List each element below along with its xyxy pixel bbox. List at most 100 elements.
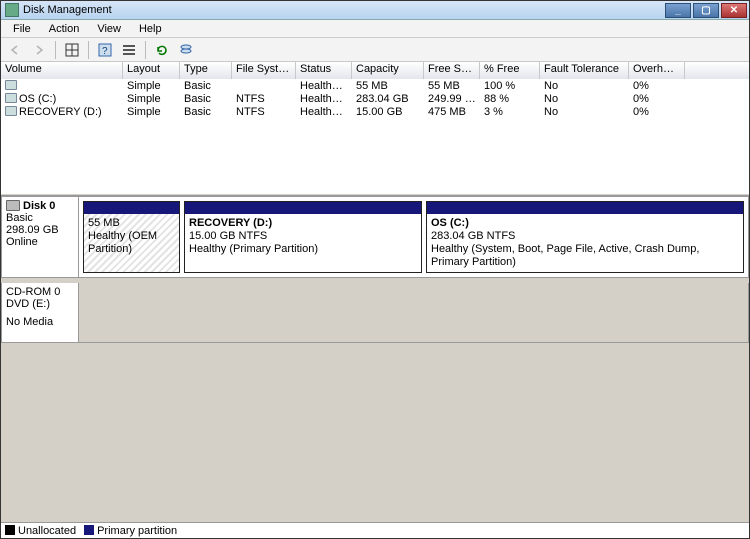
cdrom-row: CD-ROM 0 DVD (E:) No Media [1,283,749,343]
toolbar-sep [88,41,89,59]
partition-size: 55 MB [88,217,175,230]
cell-capacity: 283.04 GB [352,93,424,105]
disk-size: 298.09 GB [6,224,74,236]
table-row[interactable]: Simple Basic Healthy (... 55 MB 55 MB 10… [1,79,749,92]
partition-size: 283.04 GB NTFS [431,230,739,243]
arrow-left-icon [8,43,22,57]
col-layout[interactable]: Layout [123,62,180,79]
table-row[interactable]: OS (C:) Simple Basic NTFS Healthy (S... … [1,92,749,105]
forward-button [29,40,49,60]
cell-free: 249.99 GB [424,93,480,105]
partition-title: OS (C:) [431,217,739,230]
col-freespace[interactable]: Free Spa... [424,62,480,79]
volume-table: Volume Layout Type File System Status Ca… [1,62,749,195]
cell-layout: Simple [123,106,180,118]
close-button[interactable]: ✕ [721,3,747,18]
disk-state: Online [6,236,74,248]
cdrom-empty-area [79,283,749,343]
col-status[interactable]: Status [296,62,352,79]
table-empty-area[interactable] [1,118,749,194]
refresh-icon [155,43,169,57]
partition-bar [427,202,743,214]
partition-status: Healthy (Primary Partition) [189,243,417,256]
legend-unallocated: Unallocated [5,525,76,537]
app-icon [5,3,19,17]
maximize-button[interactable]: ▢ [693,3,719,18]
svg-text:?: ? [102,46,108,57]
table-header: Volume Layout Type File System Status Ca… [1,62,749,79]
swatch-unallocated [5,525,15,535]
col-type[interactable]: Type [180,62,232,79]
cell-pctfree: 88 % [480,93,540,105]
menu-view[interactable]: View [89,22,129,36]
volume-icon [5,93,17,103]
cell-overhead: 0% [629,106,685,118]
cell-fs: NTFS [232,93,296,105]
grid-icon [65,43,79,57]
cell-status: Healthy (S... [296,93,352,105]
legend-primary: Primary partition [84,525,177,537]
disk-title: Disk 0 [23,200,55,212]
cdrom-sub: DVD (E:) [6,298,74,310]
table-row[interactable]: RECOVERY (D:) Simple Basic NTFS Healthy … [1,105,749,118]
cell-status: Healthy (... [296,80,352,92]
col-fault-tolerance[interactable]: Fault Tolerance [540,62,629,79]
minimize-button[interactable]: _ [665,3,691,18]
rescan-button[interactable] [176,40,196,60]
col-filesystem[interactable]: File System [232,62,296,79]
settings-button[interactable] [119,40,139,60]
menu-help[interactable]: Help [131,22,170,36]
table-body: Simple Basic Healthy (... 55 MB 55 MB 10… [1,79,749,118]
console-tree-button[interactable] [62,40,82,60]
cell-free: 55 MB [424,80,480,92]
cell-overhead: 0% [629,93,685,105]
window-title: Disk Management [23,4,665,16]
partition-status: Healthy (OEM Partition) [88,230,175,256]
menu-bar: File Action View Help [1,20,749,38]
cell-layout: Simple [123,80,180,92]
swatch-primary [84,525,94,535]
legend: Unallocated Primary partition [1,522,749,538]
cell-layout: Simple [123,93,180,105]
list-icon [122,43,136,57]
disk-stack-icon [179,43,193,57]
cell-volume: OS (C:) [19,93,56,105]
cell-ft: No [540,80,629,92]
cell-type: Basic [180,106,232,118]
cell-ft: No [540,93,629,105]
disk-header[interactable]: Disk 0 Basic 298.09 GB Online [1,196,79,278]
partition-os[interactable]: OS (C:) 283.04 GB NTFS Healthy (System, … [426,201,744,273]
partition-status: Healthy (System, Boot, Page File, Active… [431,243,739,269]
volume-icon [5,80,17,90]
arrow-right-icon [32,43,46,57]
disk-type: Basic [6,212,74,224]
cell-capacity: 55 MB [352,80,424,92]
menu-action[interactable]: Action [41,22,88,36]
refresh-button[interactable] [152,40,172,60]
partition-oem[interactable]: 55 MB Healthy (OEM Partition) [83,201,180,273]
menu-file[interactable]: File [5,22,39,36]
cell-type: Basic [180,80,232,92]
empty-area [1,343,749,522]
cdrom-header[interactable]: CD-ROM 0 DVD (E:) No Media [1,283,79,343]
col-volume[interactable]: Volume [1,62,123,79]
disk-icon [6,200,20,211]
cell-volume: RECOVERY (D:) [19,106,102,118]
help-button[interactable]: ? [95,40,115,60]
partition-recovery[interactable]: RECOVERY (D:) 15.00 GB NTFS Healthy (Pri… [184,201,422,273]
cell-fs: NTFS [232,106,296,118]
partition-title: RECOVERY (D:) [189,217,417,230]
col-overhead[interactable]: Overhead [629,62,685,79]
cell-capacity: 15.00 GB [352,106,424,118]
cell-overhead: 0% [629,80,685,92]
back-button [5,40,25,60]
cdrom-title: CD-ROM 0 [6,286,60,298]
cell-pctfree: 100 % [480,80,540,92]
volume-icon [5,106,17,116]
toolbar-sep [145,41,146,59]
cell-ft: No [540,106,629,118]
col-capacity[interactable]: Capacity [352,62,424,79]
col-pctfree[interactable]: % Free [480,62,540,79]
partition-bar [84,202,179,214]
cell-type: Basic [180,93,232,105]
